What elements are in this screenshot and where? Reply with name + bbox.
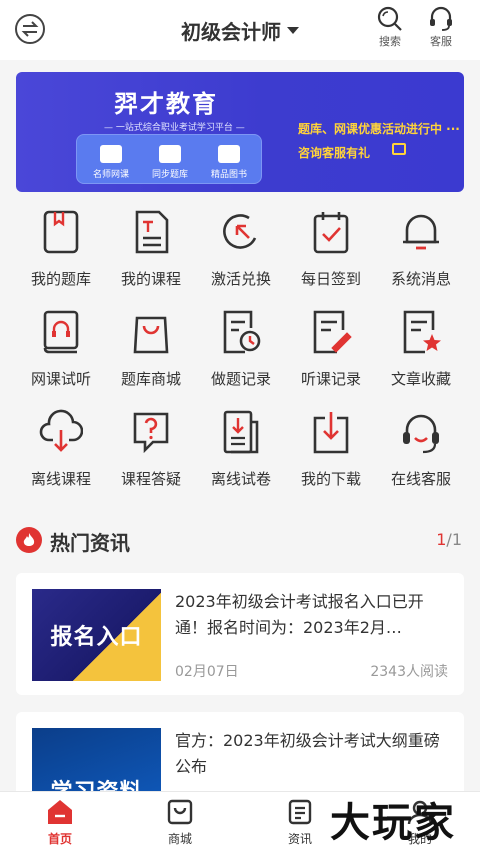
grid-item-online-service[interactable]: 在线客服	[376, 408, 466, 498]
banner-promo-text: 题库、网课优惠活动进行中 ···	[298, 122, 460, 136]
grid-item-my-downloads[interactable]: 我的下载	[286, 408, 376, 498]
headset-icon	[430, 6, 452, 31]
page-title: 初级会计师	[181, 19, 281, 44]
banner-feature: 同步题库	[140, 145, 200, 180]
grid-item-offline-papers[interactable]: 离线试卷	[196, 408, 286, 498]
headphone-book-icon	[43, 310, 79, 354]
news-section-title: 热门资讯	[50, 531, 130, 555]
clock-record-icon	[223, 310, 261, 354]
search-icon	[377, 6, 402, 31]
search-button[interactable]: 搜索	[370, 4, 410, 52]
shopping-bag-icon	[133, 316, 169, 354]
tab-news[interactable]: 资讯	[260, 798, 340, 847]
caret-down-icon	[287, 26, 299, 34]
tab-store[interactable]: 商城	[140, 798, 220, 847]
question-icon	[133, 412, 169, 454]
watermark-text: 大玩家	[330, 800, 456, 846]
top-bar: 初级会计师 搜索 客服	[0, 0, 480, 60]
grid-item-article-favorites[interactable]: 文章收藏	[376, 308, 466, 398]
grid-item-activate[interactable]: 激活兑换	[196, 208, 286, 298]
star-doc-icon	[403, 310, 441, 354]
grid-item-practice-record[interactable]: 做题记录	[196, 308, 286, 398]
book-icon	[218, 145, 240, 163]
customer-service-icon	[403, 414, 439, 454]
cloud-download-icon	[39, 409, 83, 452]
fire-icon	[16, 527, 42, 553]
news-views: 2343人阅读	[370, 664, 448, 680]
banner-feature: 名师网课	[81, 145, 141, 180]
paper-download-icon	[223, 410, 259, 454]
grid-item-my-courses[interactable]: 我的课程	[106, 208, 196, 298]
grid-item-offline-courses[interactable]: 离线课程	[16, 408, 106, 498]
exam-selector[interactable]: 初级会计师	[150, 14, 330, 46]
edit-icon	[159, 145, 181, 163]
tab-home[interactable]: 首页	[20, 798, 100, 847]
search-label: 搜索	[379, 35, 401, 48]
home-icon	[48, 800, 72, 824]
document-icon	[135, 210, 169, 254]
switch-exam-icon[interactable]	[15, 14, 45, 44]
news-header: 热门资讯 1/1	[16, 524, 464, 556]
news-title: 2023年初级会计考试报名入口已开通！报名时间为：2023年2月…	[175, 592, 424, 637]
news-date: 02月07日	[175, 664, 239, 680]
news-title: 官方：2023年初级会计考试大纲重磅公布	[175, 731, 440, 776]
grid-item-my-question-bank[interactable]: 我的题库	[16, 208, 106, 298]
bell-icon	[403, 214, 439, 250]
grid-item-listening-record[interactable]: 听课记录	[286, 308, 376, 398]
edit-record-icon	[313, 310, 352, 354]
store-icon	[167, 799, 193, 825]
checkin-icon	[313, 212, 349, 254]
news-page-indicator: 1/1	[436, 530, 462, 549]
news-card[interactable]: 报名入口 2023年初级会计考试报名入口已开通！报名时间为：2023年2月… 0…	[16, 573, 464, 695]
promo-banner[interactable]: 羿才教育 — 一站式综合职业考试学习平台 — 名师网课 同步题库 精品图书 题库…	[16, 72, 464, 192]
gift-icon	[392, 143, 406, 155]
book-mark-icon	[43, 210, 79, 254]
grid-item-system-messages[interactable]: 系统消息	[376, 208, 466, 298]
grid-item-course-trial[interactable]: 网课试听	[16, 308, 106, 398]
banner-feature-card: 名师网课 同步题库 精品图书	[76, 134, 262, 184]
video-icon	[100, 145, 122, 163]
download-icon	[313, 412, 349, 454]
service-button[interactable]: 客服	[421, 4, 461, 52]
grid-item-course-qa[interactable]: 课程答疑	[106, 408, 196, 498]
service-label: 客服	[430, 35, 452, 48]
banner-subtitle: — 一站式综合职业考试学习平台 —	[104, 123, 245, 133]
news-thumbnail: 报名入口	[32, 589, 161, 681]
activate-icon	[223, 214, 257, 249]
banner-promo-text: 咨询客服有礼	[298, 146, 371, 160]
banner-feature: 精品图书	[199, 145, 259, 180]
news-icon	[288, 799, 312, 825]
grid-item-question-store[interactable]: 题库商城	[106, 308, 196, 398]
banner-brand: 羿才教育	[114, 90, 218, 118]
grid-item-daily-checkin[interactable]: 每日签到	[286, 208, 376, 298]
